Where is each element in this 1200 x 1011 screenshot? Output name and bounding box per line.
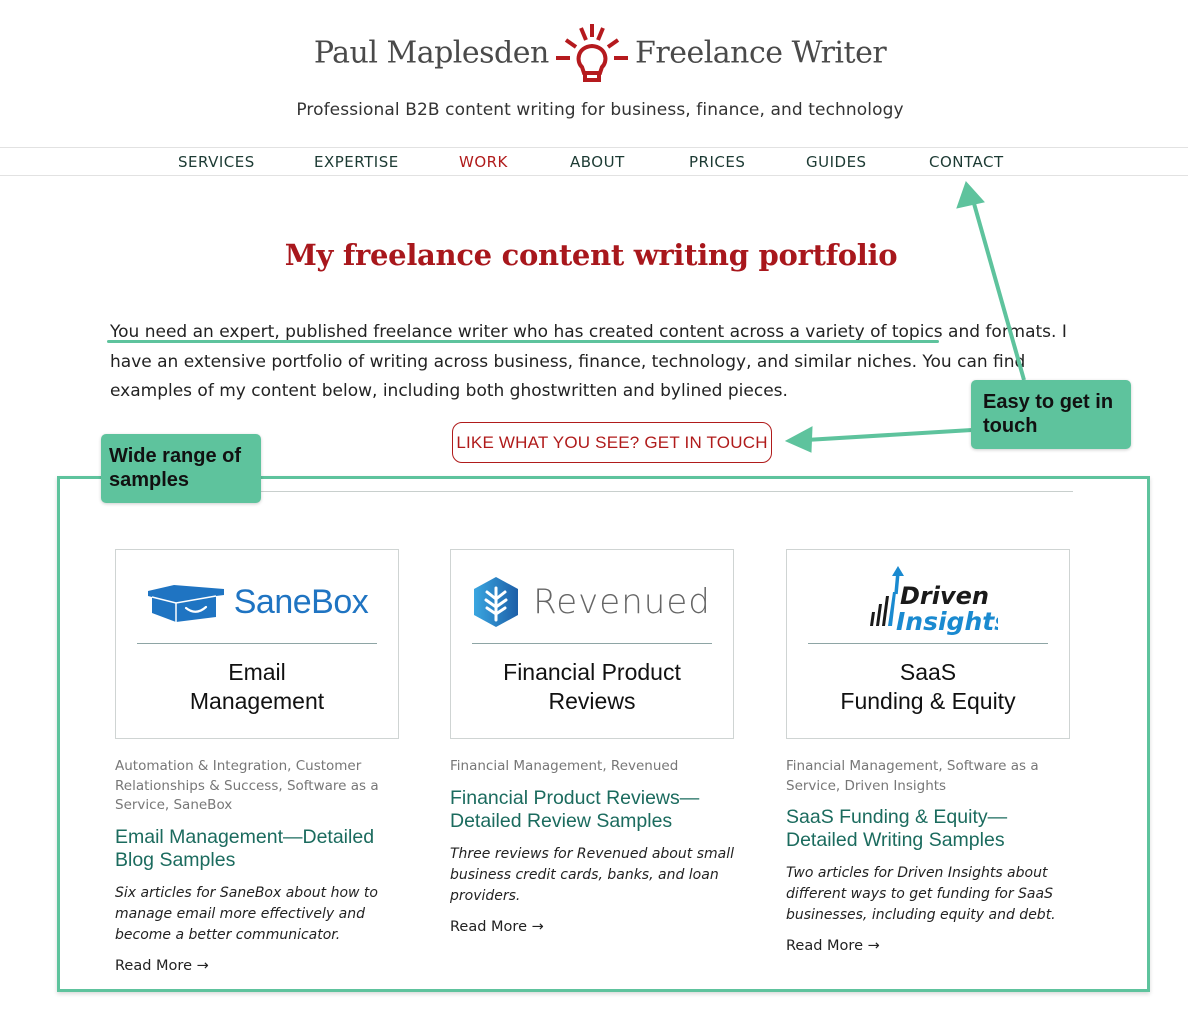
get-in-touch-button[interactable]: LIKE WHAT YOU SEE? GET IN TOUCH: [452, 422, 772, 463]
card-caption: Email Management: [116, 658, 398, 716]
lightbulb-icon: [555, 24, 628, 82]
nav-item-work[interactable]: WORK: [459, 153, 508, 171]
read-more-link[interactable]: Read More →: [115, 958, 399, 974]
arrow-head-contact: [956, 181, 985, 209]
card-categories[interactable]: Automation & Integration, Customer Relat…: [115, 757, 399, 816]
brand-name-left: Paul Maplesden: [313, 35, 550, 71]
card-caption-line: Email: [228, 659, 286, 685]
portfolio-card-driven-insights: Driven Insights SaaS Funding & Equity Fi…: [786, 549, 1070, 954]
intro-paragraph: You need an expert, published freelance …: [110, 318, 1070, 407]
nav-item-services[interactable]: SERVICES: [178, 153, 255, 171]
main-nav: SERVICES EXPERTISE WORK ABOUT PRICES GUI…: [0, 147, 1188, 176]
read-more-link[interactable]: Read More →: [450, 919, 734, 935]
brand-name-right: Freelance Writer: [635, 35, 887, 71]
arrow-head-cta: [784, 426, 813, 453]
intro-line: You need an expert, published freelance …: [110, 322, 1067, 342]
portfolio-card-sanebox: SaneBox Email Management Automation & In…: [115, 549, 399, 974]
card-categories[interactable]: Financial Management, Revenued: [450, 757, 734, 777]
card-caption-line: Funding & Equity: [840, 688, 1016, 714]
site-header: Paul Maplesden Freelance Writer Professi…: [0, 0, 1200, 146]
card-logo-box[interactable]: Driven Insights SaaS Funding & Equity: [786, 549, 1070, 739]
card-logo-box[interactable]: SaneBox Email Management: [115, 549, 399, 739]
driven-insights-logo: Driven Insights: [787, 562, 1069, 642]
card-caption: SaaS Funding & Equity: [787, 658, 1069, 716]
card-title-link[interactable]: Email Management—Detailed Blog Samples: [115, 826, 399, 872]
card-rule: [137, 643, 377, 644]
card-caption-line: Reviews: [548, 688, 636, 714]
read-more-link[interactable]: Read More →: [786, 938, 1070, 954]
card-description: Two articles for Driven Insights about d…: [786, 865, 1056, 923]
driven-logo-text: Driven: [900, 582, 989, 610]
nav-item-about[interactable]: ABOUT: [570, 153, 625, 171]
page-title: My freelance content writing portfolio: [284, 238, 898, 272]
intro-line: examples of my content below, including …: [110, 381, 788, 401]
nav-item-prices[interactable]: PRICES: [689, 153, 745, 171]
annotation-easy-contact: Easy to get in touch: [971, 380, 1131, 449]
sanebox-logo-text: SaneBox: [233, 582, 369, 621]
revenued-logo-text: Revenued: [533, 582, 711, 622]
sanebox-box-icon: [147, 585, 224, 622]
card-caption: Financial Product Reviews: [451, 658, 733, 716]
sanebox-logo: SaneBox: [116, 562, 398, 642]
annotation-wide-range: Wide range of samples: [101, 434, 261, 503]
card-caption-line: Management: [189, 688, 325, 714]
annotation-underline: [107, 340, 939, 343]
insights-logo-text: Insights: [896, 607, 998, 636]
nav-item-expertise[interactable]: EXPERTISE: [314, 153, 399, 171]
nav-item-contact[interactable]: CONTACT: [929, 153, 1004, 171]
card-rule: [472, 643, 712, 644]
card-rule: [808, 643, 1048, 644]
card-description: Three reviews for Revenued about small b…: [450, 845, 734, 904]
revenued-hexagon-icon: [474, 577, 519, 627]
arrow-to-cta: [805, 428, 973, 442]
card-categories[interactable]: Financial Management, Software as a Serv…: [786, 757, 1070, 796]
card-logo-box[interactable]: Revenued Financial Product Reviews: [450, 549, 734, 739]
card-caption-line: Financial Product: [503, 659, 681, 685]
intro-line: have an extensive portfolio of writing a…: [110, 351, 1026, 372]
site-brand[interactable]: Paul Maplesden Freelance Writer: [0, 22, 1200, 84]
portfolio-card-revenued: Revenued Financial Product Reviews Finan…: [450, 549, 734, 935]
revenued-logo: Revenued: [451, 562, 733, 642]
driven-insights-bars-icon: Driven Insights: [870, 566, 998, 636]
card-caption-line: SaaS: [899, 659, 957, 685]
site-tagline: Professional B2B content writing for bus…: [296, 100, 904, 120]
card-title-link[interactable]: Financial Product Reviews—Detailed Revie…: [450, 787, 734, 833]
nav-item-guides[interactable]: GUIDES: [806, 153, 867, 171]
card-title-link[interactable]: SaaS Funding & Equity—Detailed Writing S…: [786, 806, 1070, 852]
card-description: Six articles for SaneBox about how to ma…: [115, 884, 378, 943]
